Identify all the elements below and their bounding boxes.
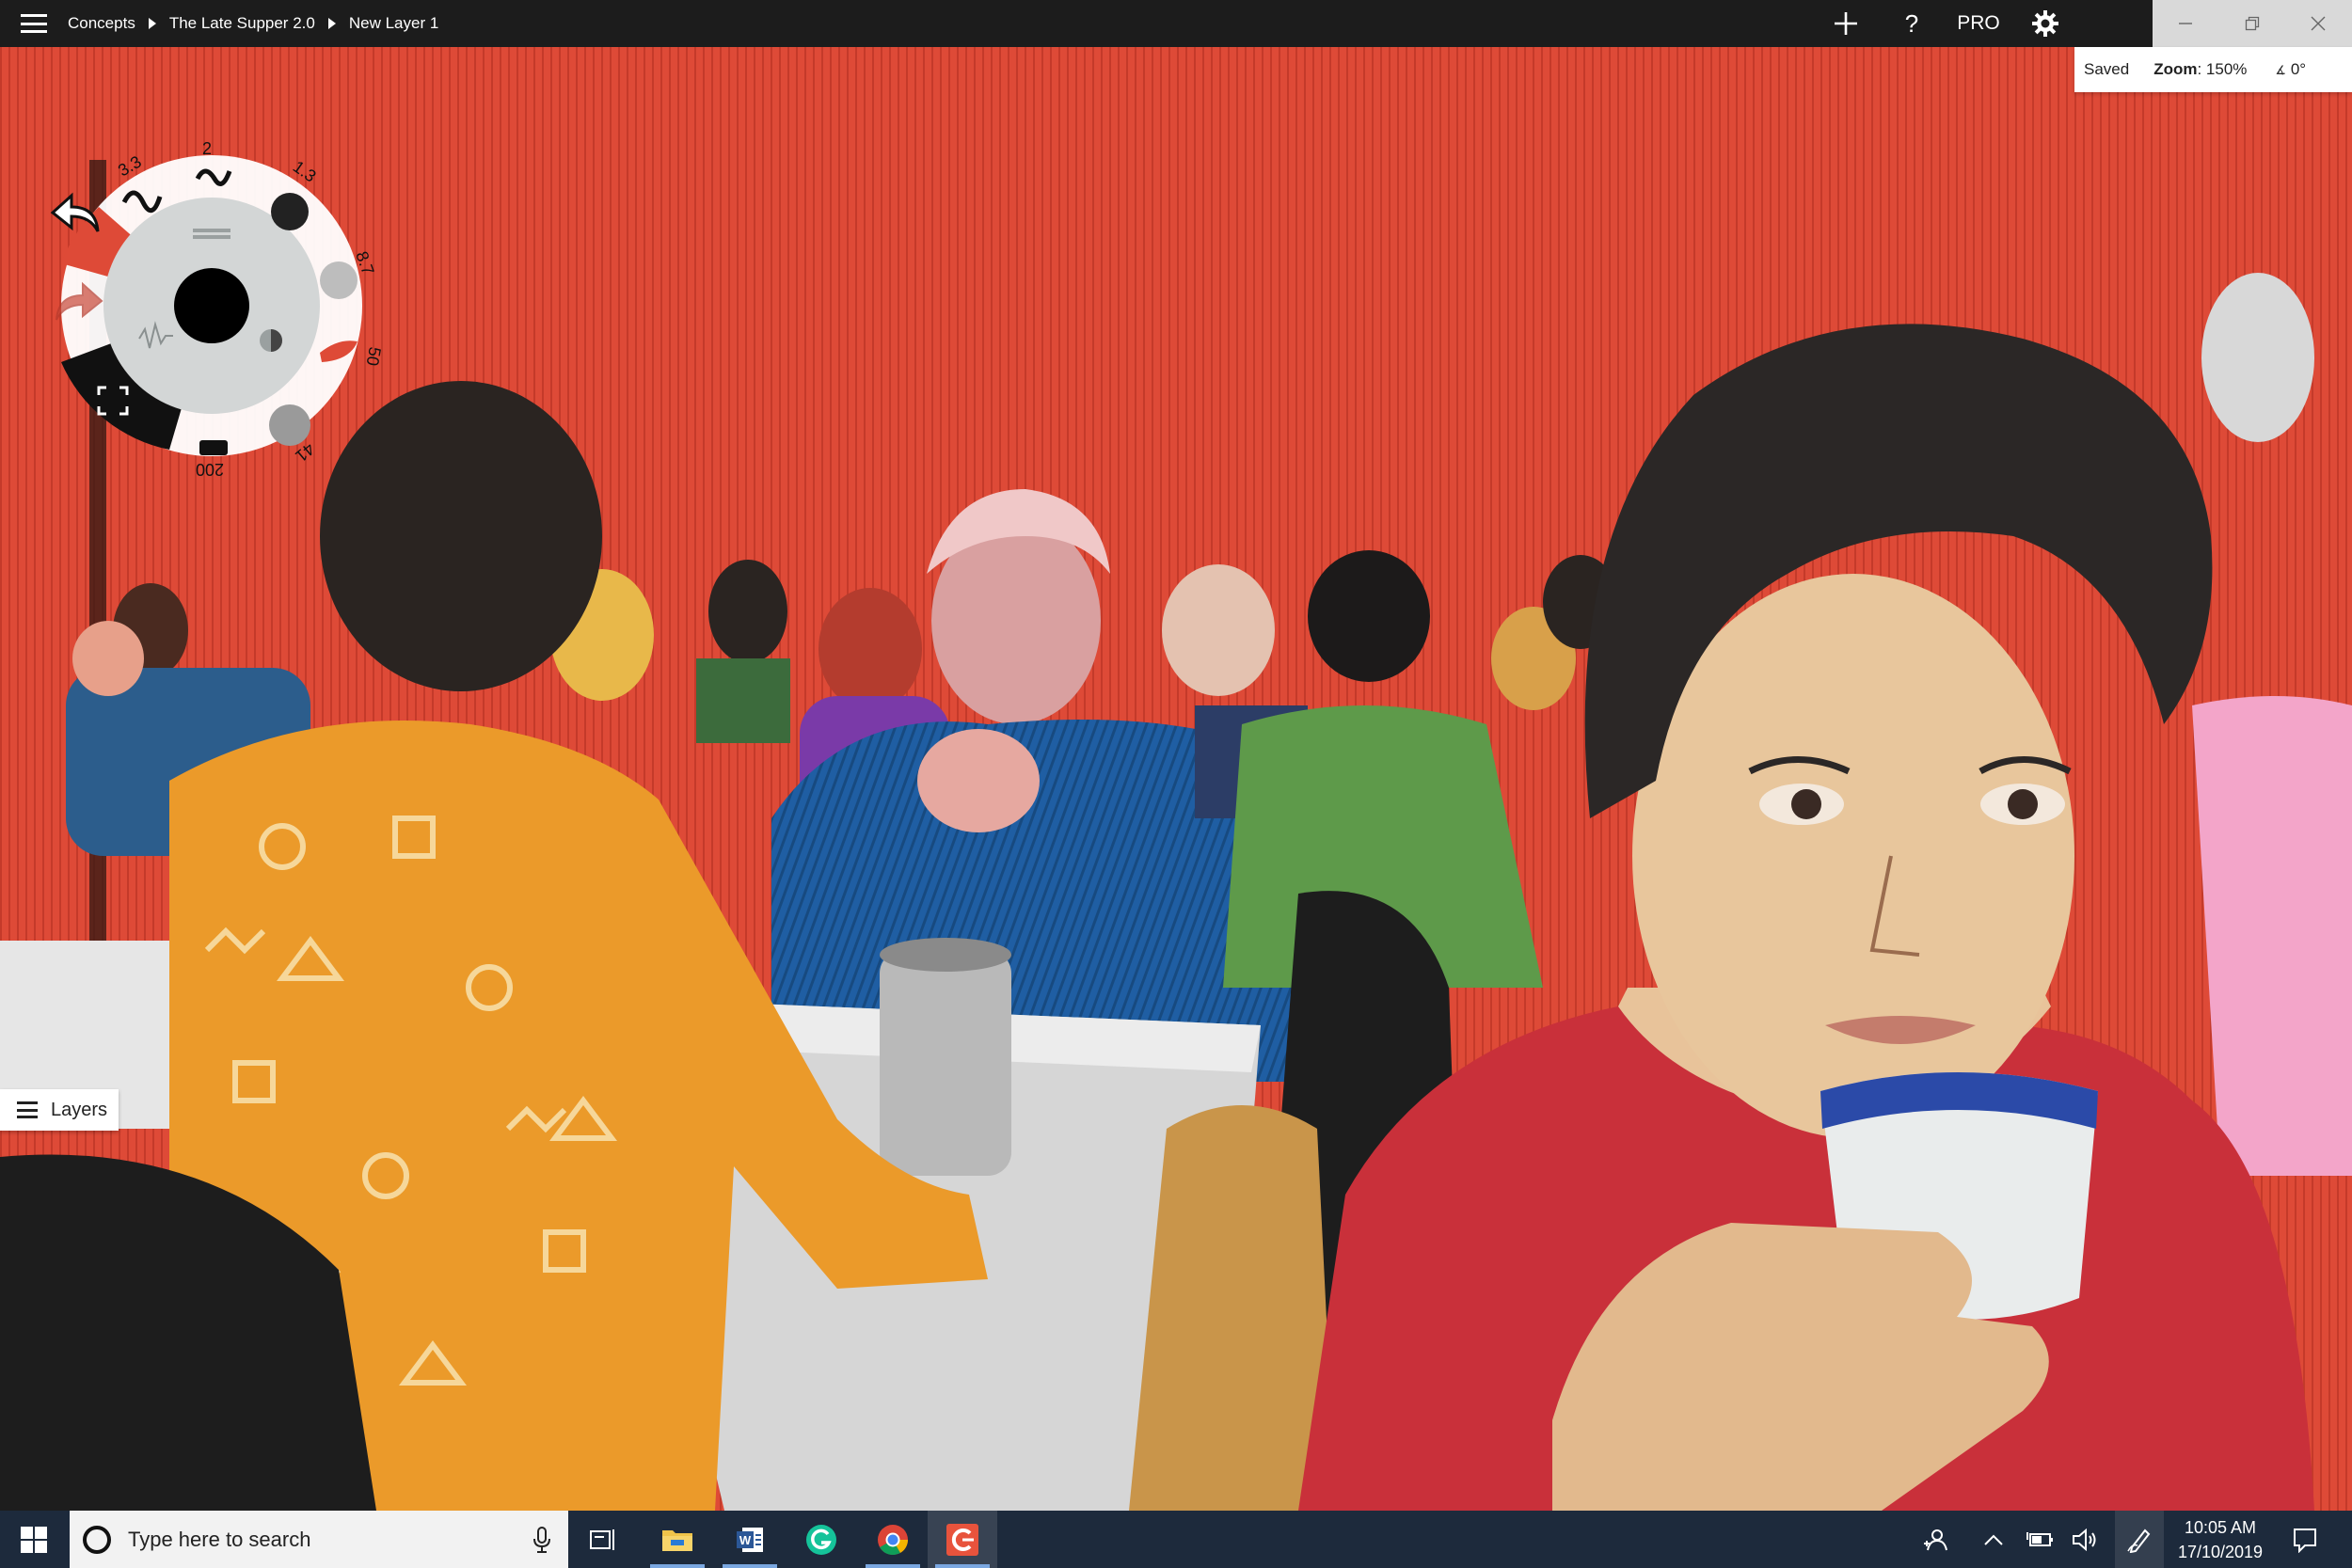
layers-label: Layers [51, 1099, 108, 1120]
clock-time: 10:05 AM [2184, 1518, 2257, 1537]
show-hidden-icons-button[interactable] [1973, 1511, 2014, 1568]
plus-icon [1835, 12, 1857, 35]
breadcrumb-item-drawing[interactable]: The Late Supper 2.0 [169, 14, 315, 33]
minimize-button[interactable] [2153, 0, 2219, 47]
active-color-swatch[interactable] [174, 268, 249, 343]
start-button[interactable] [0, 1511, 68, 1568]
close-button[interactable] [2285, 0, 2352, 47]
clock-date: 17/10/2019 [2177, 1543, 2264, 1561]
action-center-button[interactable] [2281, 1511, 2328, 1568]
word-icon: W [737, 1527, 763, 1552]
notification-icon [2294, 1528, 2316, 1553]
title-bar: Concepts The Late Supper 2.0 New Layer 1… [0, 0, 2352, 47]
drawing-canvas[interactable]: 3.3 2 1.3 8.7 50 41 200 [0, 47, 2352, 1511]
grammarly-icon [806, 1524, 836, 1555]
microphone-icon[interactable] [532, 1526, 551, 1554]
windows-ink-button[interactable] [2115, 1511, 2164, 1568]
running-indicator [866, 1564, 920, 1568]
running-indicator [935, 1564, 990, 1568]
pen-icon [2127, 1528, 2151, 1553]
saved-status: Saved [2084, 60, 2130, 78]
concepts-app-window: Concepts The Late Supper 2.0 New Layer 1… [0, 0, 2352, 1568]
breadcrumb-item-app[interactable]: Concepts [68, 14, 135, 33]
minimize-icon [2179, 23, 2193, 24]
task-view-icon [590, 1528, 614, 1550]
battery-icon [2026, 1531, 2053, 1546]
layers-button[interactable]: Layers [0, 1089, 119, 1131]
search-placeholder: Type here to search [128, 1527, 311, 1551]
system-clock[interactable]: 10:05 AM 17/10/2019 [2164, 1511, 2277, 1568]
brush-wheel[interactable]: 3.3 2 1.3 8.7 50 41 200 [56, 122, 405, 489]
add-button[interactable] [1825, 0, 1867, 47]
breadcrumb-separator-icon [148, 18, 156, 29]
running-indicator [723, 1564, 777, 1568]
running-indicator [650, 1564, 705, 1568]
status-panel: Saved Zoom: 150% ∡ 0° [2074, 47, 2352, 92]
chevron-up-icon [1984, 1534, 2003, 1545]
zoom-label: Zoom [2153, 60, 2198, 78]
zoom-readout[interactable]: Zoom: 150% [2153, 60, 2247, 79]
taskbar-search-box[interactable]: Type here to search [70, 1511, 568, 1568]
rotation-readout[interactable]: ∡ 0° [2275, 60, 2306, 79]
people-icon [1924, 1528, 1947, 1550]
hamburger-menu-icon[interactable] [17, 11, 51, 36]
brush-size-label[interactable]: 200 [196, 460, 224, 479]
battery-button[interactable] [2019, 1511, 2060, 1568]
angle-icon: ∡ [2275, 63, 2287, 77]
file-explorer-button[interactable] [643, 1511, 712, 1568]
svg-text:W: W [739, 1533, 752, 1547]
chrome-button[interactable] [858, 1511, 928, 1568]
volume-button[interactable] [2065, 1511, 2106, 1568]
window-controls [2153, 0, 2352, 47]
restore-icon [2245, 16, 2260, 31]
breadcrumb-separator-icon [327, 18, 336, 29]
speaker-icon [2073, 1528, 2096, 1551]
concepts-app-button[interactable] [928, 1511, 997, 1568]
breadcrumb-item-layer[interactable]: New Layer 1 [349, 14, 438, 33]
cortana-icon [83, 1525, 111, 1554]
pro-button[interactable]: PRO [1952, 0, 2005, 47]
brush-size-label[interactable]: 50 [363, 345, 385, 367]
layers-icon [17, 1101, 38, 1118]
windows-logo-icon [21, 1526, 47, 1553]
windows-taskbar: Type here to search W 10:05 AM 17/10/201… [0, 1511, 2352, 1568]
breadcrumb: Concepts The Late Supper 2.0 New Layer 1 [68, 0, 438, 47]
people-button[interactable] [1915, 1511, 1956, 1568]
task-view-button[interactable] [568, 1511, 638, 1568]
redo-arrow-icon[interactable] [49, 278, 105, 325]
concepts-icon [946, 1523, 978, 1556]
gear-icon [2032, 10, 2058, 37]
rotation-value: 0° [2290, 60, 2307, 78]
restore-button[interactable] [2219, 0, 2286, 47]
help-button[interactable]: ? [1891, 0, 1932, 47]
close-icon [2311, 16, 2326, 31]
word-button[interactable]: W [715, 1511, 785, 1568]
file-explorer-icon [662, 1529, 692, 1551]
undo-arrow-icon[interactable] [49, 190, 105, 237]
brush-size-label[interactable]: 2 [202, 139, 212, 158]
settings-button[interactable] [2023, 0, 2068, 47]
chrome-icon [878, 1524, 909, 1555]
grammarly-button[interactable] [787, 1511, 856, 1568]
zoom-value: : 150% [2197, 60, 2248, 78]
